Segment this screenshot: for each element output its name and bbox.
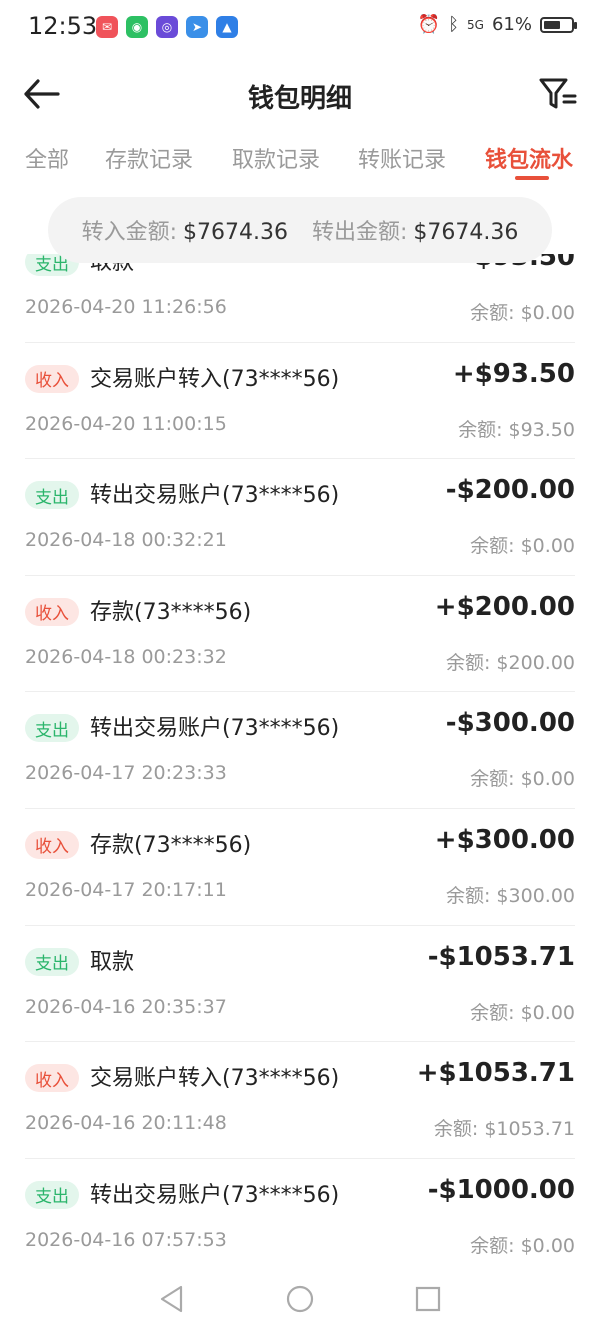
active-tab-indicator <box>515 176 549 180</box>
summary-out-label: 转出金额: <box>312 220 408 245</box>
transaction-row[interactable]: 支出 转出交易账户(73****56) -$200.00 2026-04-18 00:… <box>25 459 575 576</box>
transaction-amount: +$300.00 <box>434 824 575 855</box>
transaction-date: 2026-04-20 11:26:56 <box>25 296 227 318</box>
transaction-balance: 余额: $200.00 <box>445 651 575 674</box>
tab-withdraw-records[interactable]: 取款记录 <box>232 142 320 174</box>
transaction-row[interactable]: 收入 存款(73****56) +$200.00 2026-04-18 00:23:3… <box>25 576 575 693</box>
square-recents-icon[interactable] <box>413 1284 443 1314</box>
expense-badge: 支出 <box>25 481 79 510</box>
income-badge: 收入 <box>25 364 79 393</box>
summary-in-label: 转入金额: <box>81 220 178 245</box>
filter-button[interactable] <box>538 76 578 112</box>
transaction-date: 2026-04-16 20:11:48 <box>25 1112 227 1135</box>
transaction-amount: +$200.00 <box>434 591 575 622</box>
tab-deposit-records[interactable]: 存款记录 <box>105 142 193 174</box>
tab-transfer-records[interactable]: 转账记录 <box>358 142 446 174</box>
transaction-amount: -$300.00 <box>445 708 575 739</box>
summary-out-value: $7674.36 <box>413 220 519 245</box>
transaction-title: 转出交易账户(73****56) <box>90 483 340 509</box>
transaction-balance: 余额: $0.00 <box>470 535 575 558</box>
transaction-date: 2026-04-16 07:57:53 <box>25 1228 227 1251</box>
transaction-row[interactable]: 收入 存款(73****56) +$300.00 2026-04-17 20:17:1… <box>25 809 575 926</box>
transaction-amount: -$200.00 <box>445 475 575 506</box>
transaction-row[interactable]: 收入 交易账户转入(73****56) +$93.50 2026-04-20 11:0… <box>25 343 575 460</box>
transaction-date: 2026-04-18 00:23:32 <box>25 645 227 668</box>
tab-all[interactable]: 全部 <box>25 142 69 174</box>
transaction-balance: 余额: $0.00 <box>470 1001 575 1024</box>
transaction-title: 转出交易账户(73****56) <box>90 1182 340 1208</box>
summary-bar: 转入金额: $7674.36 转出金额: $7674.36 <box>48 197 552 263</box>
transaction-list-inner: 支出取款-$93.502026-04-20 11:26:56余额: $0.00收… <box>0 226 600 1270</box>
page-title: 钱包明细 <box>247 84 352 114</box>
filter-icon <box>539 78 577 109</box>
transaction-date: 2026-04-20 11:00:15 <box>25 412 227 435</box>
transaction-date: 2026-04-17 20:17:11 <box>25 878 227 901</box>
transaction-title: 交易账户转入(73****56) <box>90 1066 340 1092</box>
transaction-date: 2026-04-16 20:35:37 <box>25 995 227 1018</box>
transaction-amount: +$1053.71 <box>416 1058 575 1089</box>
transaction-balance: 余额: $1053.71 <box>433 1118 575 1141</box>
transaction-row[interactable]: 支出 转出交易账户(73****56) -$300.00 2026-04-17 20:… <box>25 692 575 809</box>
transaction-row[interactable]: 收入 交易账户转入(73****56) +$1053.71 2026-04-16 20… <box>25 1042 575 1159</box>
transaction-row[interactable]: 支出 取款 -$1053.71 2026-04-16 20:35:37 余额: $0.0… <box>25 926 575 1043</box>
transaction-balance: 余额: $0.00 <box>470 302 575 324</box>
transaction-title: 交易账户转入(73****56) <box>90 366 340 392</box>
transaction-amount: -$1000.00 <box>427 1174 575 1205</box>
header: 钱包明细 <box>0 60 600 130</box>
income-badge: 收入 <box>25 830 79 859</box>
expense-badge: 支出 <box>25 1180 79 1209</box>
transaction-balance: 余额: $0.00 <box>470 1234 575 1257</box>
transaction-amount: -$1053.71 <box>427 941 575 972</box>
income-badge: 收入 <box>25 1064 79 1093</box>
summary-out: 转出金额: $7674.36 <box>312 214 518 246</box>
transaction-balance: 余额: $93.50 <box>458 418 575 441</box>
income-badge: 收入 <box>25 597 79 626</box>
tab-bar: 全部 存款记录 取款记录 转账记录 钱包流水 <box>0 132 600 186</box>
transaction-balance: 余额: $0.00 <box>470 768 575 791</box>
transaction-amount: +$93.50 <box>452 358 575 389</box>
circle-home-icon[interactable] <box>285 1284 315 1314</box>
summary-in: 转入金额: $7674.36 <box>82 214 288 246</box>
transaction-row[interactable]: 支出 转出交易账户(73****56) -$1000.00 2026-04-16 07… <box>25 1159 575 1270</box>
expense-badge: 支出 <box>25 714 79 743</box>
system-nav-bar <box>0 1270 600 1333</box>
transaction-title: 转出交易账户(73****56) <box>90 716 340 742</box>
transaction-title: 取款 <box>90 949 135 975</box>
triangle-back-icon[interactable] <box>157 1284 187 1314</box>
transaction-title: 存款(73****56) <box>90 599 252 625</box>
transaction-balance: 余额: $300.00 <box>445 884 575 907</box>
transaction-title: 存款(73****56) <box>90 832 252 858</box>
transaction-date: 2026-04-18 00:32:21 <box>25 529 227 552</box>
expense-badge: 支出 <box>25 947 79 976</box>
summary-in-value: $7674.36 <box>183 220 288 245</box>
transaction-date: 2026-04-17 20:23:33 <box>25 762 227 785</box>
tab-wallet-flow[interactable]: 钱包流水 <box>485 142 573 174</box>
